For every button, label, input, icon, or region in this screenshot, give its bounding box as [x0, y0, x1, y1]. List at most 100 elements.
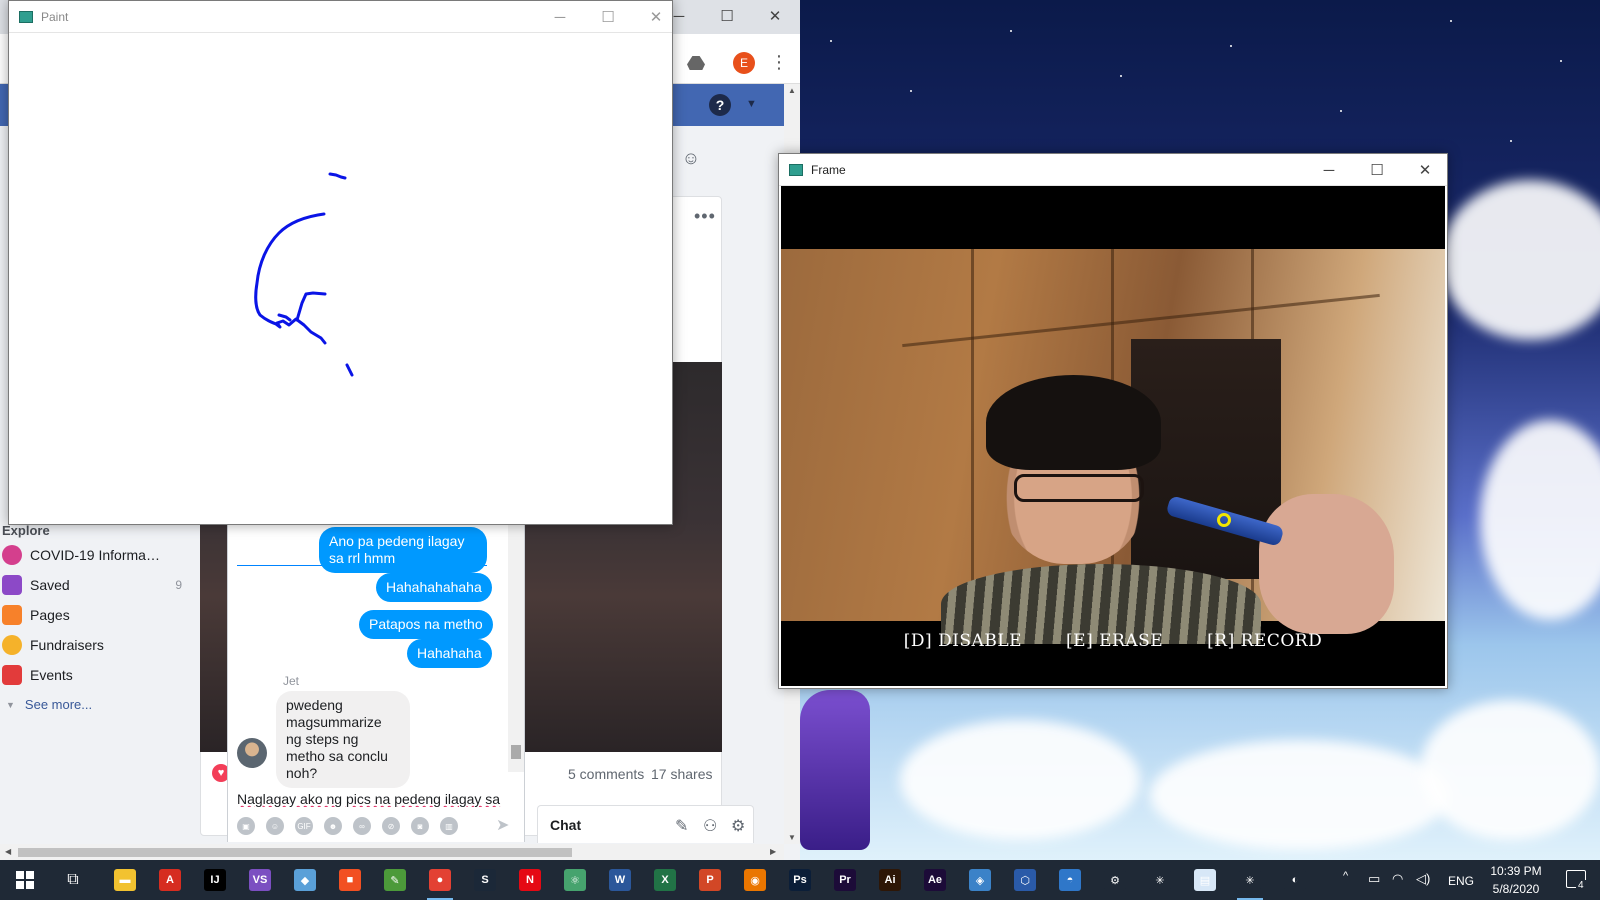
account-caret-icon[interactable]: ▼ — [746, 98, 757, 110]
attachment-icon[interactable]: ∞ — [353, 817, 371, 835]
poll-icon[interactable]: ▥ — [440, 817, 458, 835]
taskbar-app-button[interactable]: ■ — [335, 864, 365, 896]
chat-scrollbar[interactable] — [508, 522, 524, 772]
gif-icon[interactable]: GIF — [295, 817, 313, 835]
chevron-down-icon: ▼ — [6, 699, 15, 710]
account-avatar[interactable]: E — [733, 52, 755, 74]
taskbar-app-button[interactable]: IJ — [200, 864, 230, 896]
help-icon[interactable]: ? — [709, 94, 731, 116]
battery-icon[interactable]: ▭ — [1368, 871, 1380, 887]
frame-titlebar[interactable]: Frame ─ ☐ ✕ — [779, 154, 1447, 186]
wallpaper-star — [1340, 110, 1342, 112]
drawing-canvas[interactable] — [9, 33, 672, 524]
shares-count-link[interactable]: 17 shares — [651, 766, 712, 782]
person-hair — [986, 375, 1161, 470]
netflix-icon: N — [519, 869, 541, 891]
clock-date[interactable]: 5/8/2020 — [1482, 882, 1550, 896]
taskbar-app-button[interactable]: W — [605, 864, 635, 896]
volume-icon[interactable]: ◁) — [1416, 871, 1430, 887]
taskbar-app-button[interactable]: S — [470, 864, 500, 896]
photo-icon[interactable]: ▣ — [237, 817, 255, 835]
scroll-up-icon[interactable]: ▲ — [788, 86, 796, 95]
illustrator-icon: Ai — [879, 869, 901, 891]
taskbar-app-button[interactable]: ⬡ — [1010, 864, 1040, 896]
post-options-icon[interactable]: ••• — [694, 206, 716, 227]
taskbar-app-button[interactable]: Ps — [785, 864, 815, 896]
minimize-icon[interactable]: ─ — [1306, 154, 1352, 186]
taskbar-app-button[interactable]: N — [515, 864, 545, 896]
taskbar-app-button[interactable]: ✎ — [380, 864, 410, 896]
taskbar-app-button[interactable]: ● — [425, 864, 455, 900]
paint-titlebar[interactable]: Paint ─ ☐ ✕ — [9, 1, 672, 33]
taskbar-app-button[interactable]: Pr — [830, 864, 860, 896]
taskbar-app-button[interactable]: X — [650, 864, 680, 896]
taskbar-app-button[interactable]: ⚙ — [1100, 864, 1130, 896]
send-icon[interactable]: ➤ — [496, 815, 509, 835]
wallpaper-cloud — [1420, 700, 1600, 840]
taskbar-app-button[interactable]: ✳ — [1235, 864, 1265, 900]
settings-icon: ⚙ — [1104, 869, 1126, 891]
taskbar-app-button[interactable]: ▬ — [110, 864, 140, 896]
webcam-feed[interactable]: [D] DISABLE [E] ERASE [R] RECORD — [781, 186, 1445, 686]
start-button[interactable] — [10, 864, 40, 896]
language-indicator[interactable]: ENG — [1448, 874, 1474, 888]
maximize-icon[interactable]: ☐ — [585, 1, 631, 33]
new-message-icon[interactable]: ✎ — [675, 816, 688, 836]
link-icon[interactable]: ⊘ — [382, 817, 400, 835]
see-more-link[interactable]: ▼ See more... — [6, 697, 92, 712]
maximize-icon[interactable]: ☐ — [1354, 154, 1400, 186]
file-explorer-icon: ▬ — [114, 869, 136, 891]
taskbar-app-button[interactable]: Ae — [920, 864, 950, 896]
git-icon: ◈ — [969, 869, 991, 891]
taskbar-app-button[interactable]: ◐ — [1280, 864, 1310, 896]
flag-icon — [2, 605, 22, 625]
chrome-menu-icon[interactable]: ⋮ — [770, 52, 788, 72]
outgoing-message[interactable]: Hahahahahaha — [376, 573, 492, 602]
taskbar-app-button[interactable]: ✳ — [1145, 864, 1175, 896]
wifi-icon[interactable]: ◠ — [1392, 871, 1403, 887]
horizontal-scroll-thumb[interactable] — [18, 848, 572, 857]
outgoing-message[interactable]: Hahahaha — [407, 639, 492, 668]
nav-item-pages[interactable]: Pages — [0, 601, 196, 629]
group-chat-icon[interactable]: ⚇ — [703, 816, 717, 836]
taskbar-app-button[interactable]: A — [155, 864, 185, 896]
scroll-down-icon[interactable]: ▼ — [788, 833, 796, 842]
chat-scroll-thumb[interactable] — [511, 745, 521, 759]
taskbar-app-button[interactable]: P — [695, 864, 725, 896]
outgoing-message[interactable]: Patapos na metho — [359, 610, 493, 639]
horizontal-scrollbar[interactable]: ◀ ▶ — [0, 844, 784, 860]
taskbar-app-button[interactable]: Ai — [875, 864, 905, 896]
nav-item-events[interactable]: Events — [0, 661, 196, 689]
sticker-icon[interactable]: ☺ — [266, 817, 284, 835]
nav-item-saved[interactable]: Saved 9 — [0, 571, 196, 599]
chat-settings-icon[interactable]: ⚙ — [731, 816, 745, 836]
scroll-left-icon[interactable]: ◀ — [5, 847, 11, 856]
close-icon[interactable]: ✕ — [752, 0, 798, 32]
nav-item-covid[interactable]: COVID-19 Informat... — [0, 541, 196, 569]
taskbar-app-button[interactable]: VS — [245, 864, 275, 896]
sticker-icon[interactable]: ☺ — [671, 140, 711, 176]
nav-item-fundraisers[interactable]: Fundraisers — [0, 631, 196, 659]
close-icon[interactable]: ✕ — [633, 1, 679, 33]
camera-icon[interactable]: ◙ — [411, 817, 429, 835]
maximize-icon[interactable]: ☐ — [704, 0, 750, 32]
tray-overflow-icon[interactable]: ^ — [1343, 870, 1348, 882]
outgoing-message[interactable]: Ano pa pedeng ilagay sa rrl hmm — [319, 527, 487, 573]
scroll-right-icon[interactable]: ▶ — [770, 847, 776, 856]
taskbar-app-button[interactable]: ◆ — [290, 864, 320, 896]
taskbar-app-button[interactable]: ◈ — [965, 864, 995, 896]
clock-time[interactable]: 10:39 PM — [1482, 864, 1550, 878]
close-icon[interactable]: ✕ — [1402, 154, 1448, 186]
taskbar-app-button[interactable]: ◉ — [740, 864, 770, 896]
task-view-button[interactable]: ⧉ — [58, 864, 88, 896]
taskbar-app-button[interactable]: ◓ — [1055, 864, 1085, 896]
taskbar-app-button[interactable]: ▤ — [1190, 864, 1220, 896]
comments-count-link[interactable]: 5 comments — [568, 766, 644, 782]
message-composer[interactable]: Naglagay ako ng pics na pedeng ilagay sa — [237, 791, 507, 807]
emoji-icon[interactable]: ☻ — [324, 817, 342, 835]
minimize-icon[interactable]: ─ — [537, 1, 583, 33]
incoming-message[interactable]: pwedeng magsummarize ng steps ng metho s… — [276, 691, 410, 788]
chat-sidebar-bar[interactable]: Chat ✎ ⚇ ⚙ — [537, 805, 754, 843]
taskbar-app-button[interactable]: ⚛ — [560, 864, 590, 896]
sender-avatar[interactable] — [237, 738, 267, 768]
